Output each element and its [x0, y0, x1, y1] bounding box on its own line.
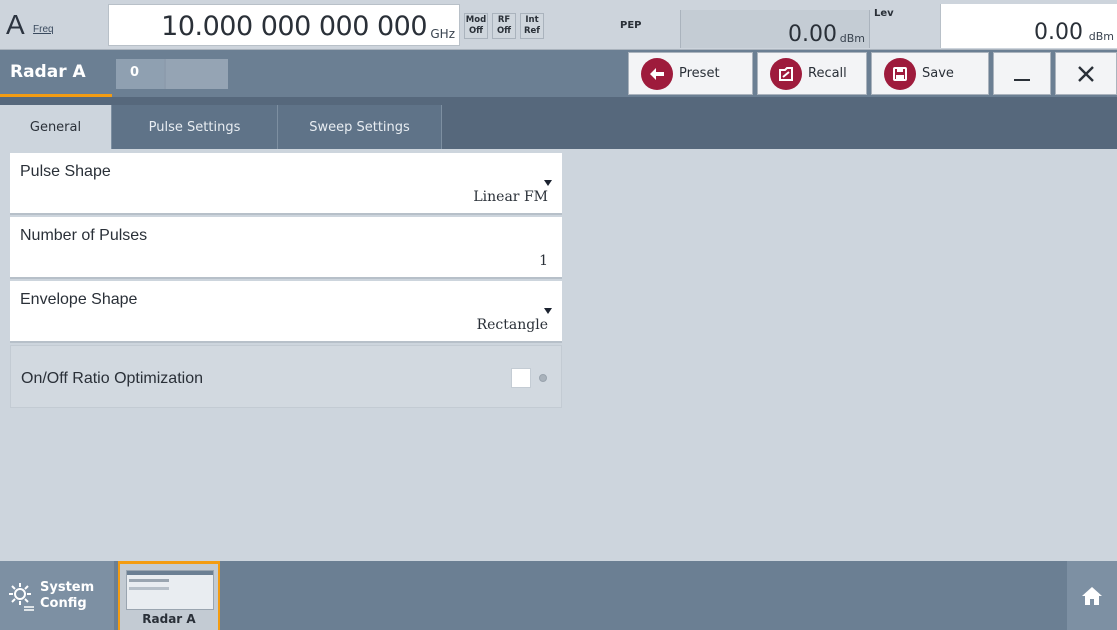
close-icon: [1078, 65, 1094, 82]
save-button[interactable]: Save: [871, 52, 989, 95]
close-button[interactable]: [1055, 52, 1117, 95]
floppy-disk-icon: [884, 57, 916, 90]
instance-slider-value[interactable]: 0: [116, 59, 164, 89]
recall-button-label: Recall: [808, 66, 847, 81]
freq-label[interactable]: Freq: [33, 24, 54, 35]
status-bar: A Freq 10.000 000 000 000 GHz Mod Off RF…: [0, 0, 1117, 50]
home-icon: [1082, 586, 1102, 605]
freq-value: 10.000 000 000 000: [161, 11, 427, 42]
rf-status-indicator[interactable]: RF Off: [492, 13, 516, 39]
minimize-icon: [1014, 78, 1030, 81]
onoff-ratio-row: On/Off Ratio Optimization: [10, 345, 562, 408]
tab-bar: General Pulse Settings Sweep Settings: [0, 97, 1117, 149]
preset-icon: [641, 57, 673, 90]
taskbar: System Config Radar A: [0, 561, 1117, 630]
radar-a-window-tab[interactable]: Radar A: [118, 561, 220, 630]
system-config-button[interactable]: System Config: [0, 561, 114, 630]
dialog-title-bar: Radar A 0 Preset Recall Save: [0, 50, 1117, 97]
onoff-ratio-checkbox[interactable]: [511, 368, 531, 388]
channel-letter: A: [6, 9, 25, 40]
gear-icon: [9, 582, 34, 611]
level-unit: dBm: [1088, 30, 1114, 43]
number-of-pulses-label: Number of Pulses: [20, 227, 148, 244]
mod-status-indicator[interactable]: Mod Off: [464, 13, 488, 39]
level-label[interactable]: Lev: [874, 8, 894, 19]
minimize-button[interactable]: [993, 52, 1051, 95]
level-field[interactable]: 0.00 dBm: [940, 4, 1117, 48]
pulse-shape-label: Pulse Shape: [20, 163, 111, 180]
chevron-down-icon: [544, 308, 552, 314]
pulse-shape-dropdown[interactable]: Pulse Shape Linear FM: [10, 153, 562, 215]
tab-general[interactable]: General: [0, 105, 112, 149]
preset-button-label: Preset: [679, 66, 720, 81]
freq-field[interactable]: 10.000 000 000 000 GHz: [108, 4, 460, 46]
general-settings-panel: Pulse Shape Linear FM Number of Pulses 1…: [0, 149, 1117, 561]
home-button[interactable]: [1067, 561, 1117, 630]
recall-icon: [770, 57, 802, 90]
instance-slider-track[interactable]: [166, 59, 228, 89]
dialog-title: Radar A: [0, 50, 112, 97]
system-config-label-line2: Config: [40, 595, 87, 611]
recall-button[interactable]: Recall: [757, 52, 867, 95]
radar-a-thumbnail: [126, 570, 214, 610]
pep-value: 0.00: [788, 22, 837, 47]
save-button-label: Save: [922, 66, 954, 81]
envelope-shape-dropdown[interactable]: Envelope Shape Rectangle: [10, 281, 562, 343]
envelope-shape-value: Rectangle: [476, 317, 548, 333]
number-of-pulses-value: 1: [539, 253, 548, 269]
status-led-icon: [539, 374, 547, 382]
envelope-shape-label: Envelope Shape: [20, 291, 138, 308]
tab-pulse-settings[interactable]: Pulse Settings: [112, 105, 278, 149]
pulse-shape-value: Linear FM: [473, 189, 548, 205]
ref-status-indicator[interactable]: Int Ref: [520, 13, 544, 39]
number-of-pulses-field[interactable]: Number of Pulses 1: [10, 217, 562, 279]
pep-unit: dBm: [839, 32, 865, 45]
freq-unit: GHz: [430, 27, 455, 41]
instance-slider[interactable]: 0: [116, 59, 228, 89]
radar-a-window-label: Radar A: [142, 612, 196, 626]
chevron-down-icon: [544, 180, 552, 186]
pep-label: PEP: [620, 20, 642, 31]
level-value: 0.00: [1034, 20, 1083, 45]
tab-sweep-settings[interactable]: Sweep Settings: [278, 105, 442, 149]
preset-button[interactable]: Preset: [628, 52, 753, 95]
onoff-ratio-label: On/Off Ratio Optimization: [21, 370, 203, 387]
pep-display: 0.00 dBm: [680, 10, 870, 48]
system-config-label-line1: System: [40, 579, 95, 595]
